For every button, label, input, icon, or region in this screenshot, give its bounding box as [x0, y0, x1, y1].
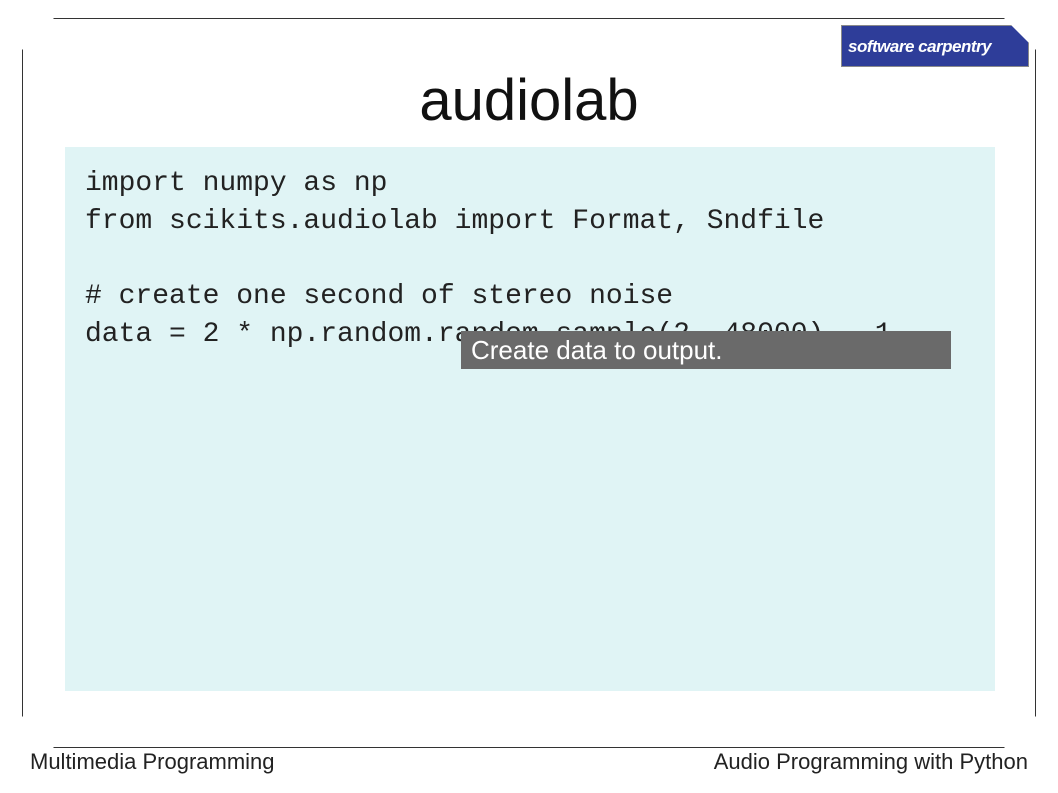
footer-left: Multimedia Programming	[30, 749, 275, 775]
slide-title: audiolab	[23, 67, 1035, 134]
footer-right: Audio Programming with Python	[714, 749, 1028, 775]
code-block: import numpy as np from scikits.audiolab…	[65, 147, 995, 691]
logo-text-top: software carpentry	[848, 37, 1022, 57]
callout-label: Create data to output.	[461, 331, 951, 369]
software-carpentry-logo: software carpentry	[841, 25, 1029, 67]
slide-frame: software carpentry audiolab import numpy…	[22, 18, 1036, 748]
